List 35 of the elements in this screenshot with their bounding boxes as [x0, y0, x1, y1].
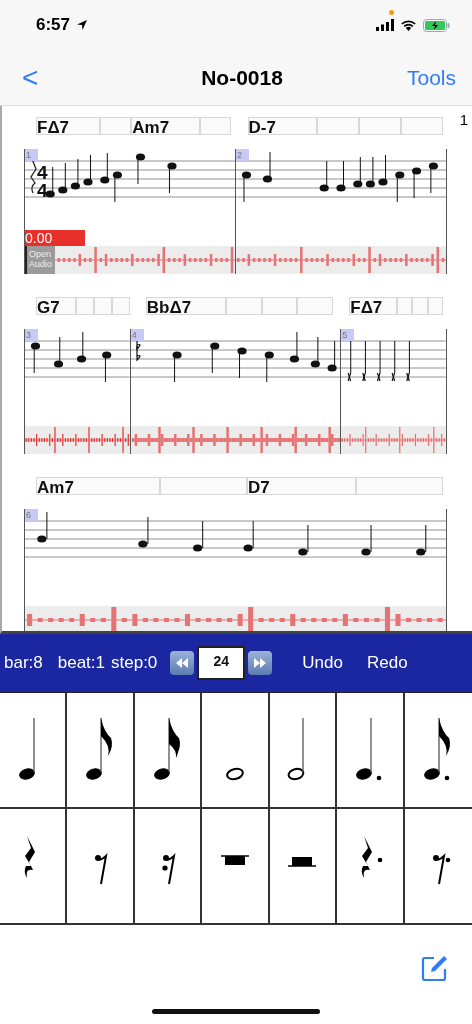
rewind-button[interactable]	[170, 651, 195, 675]
signal-icon	[376, 19, 394, 31]
measure-number: 1	[25, 149, 38, 161]
battery-charging-icon	[423, 18, 450, 32]
rewind-icon	[174, 657, 191, 669]
undo-button[interactable]: Undo	[302, 653, 343, 673]
step-field[interactable]: 24	[197, 646, 246, 680]
chord-symbol[interactable]: BbΔ7	[145, 297, 226, 315]
measure-number: 3	[25, 329, 38, 341]
chord-symbol[interactable]: D7	[247, 477, 356, 495]
time-signature-top: 4	[37, 162, 48, 183]
chord-symbol[interactable]: Am7	[36, 477, 160, 495]
fast-forward-button[interactable]	[248, 651, 273, 675]
chord-symbol[interactable]: D-7	[247, 117, 317, 135]
measure-number: 6	[25, 509, 38, 521]
screen-title: No-0018	[201, 65, 283, 90]
page-number: 1	[459, 111, 468, 128]
chord-symbol[interactable]: G7	[36, 297, 77, 315]
measure-number: 2	[236, 149, 249, 161]
bar-label: bar:8	[4, 653, 43, 673]
status-time: 6:57	[36, 15, 71, 35]
playhead-time: 0.00	[25, 230, 85, 246]
chord-symbol[interactable]: FΔ7	[36, 117, 100, 135]
time-signature-bottom: 4	[37, 180, 48, 201]
measure-number: 5	[341, 329, 355, 341]
step-label: step:0	[111, 653, 158, 673]
tools-button[interactable]: Tools	[400, 64, 462, 91]
beat-label: beat:1	[57, 653, 105, 673]
chord-symbol[interactable]: Am7	[131, 117, 200, 135]
chord-symbol[interactable]: FΔ7	[349, 297, 397, 315]
redo-button[interactable]: Redo	[366, 653, 408, 673]
privacy-dot-icon	[389, 9, 394, 15]
wifi-icon	[400, 19, 417, 31]
location-arrow-icon	[76, 19, 89, 31]
back-button[interactable]: <	[22, 61, 39, 94]
